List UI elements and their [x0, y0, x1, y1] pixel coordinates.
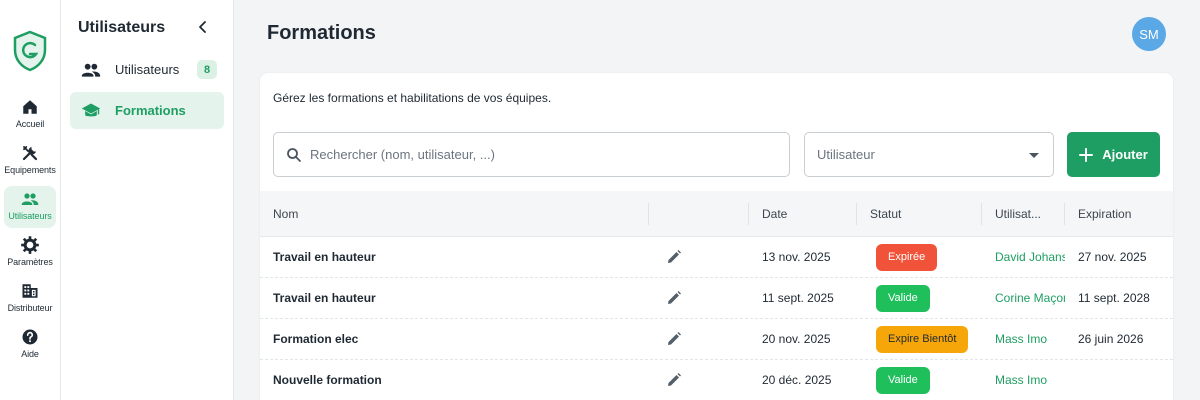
column-divider: [1064, 203, 1065, 225]
search-icon: [287, 147, 301, 162]
chevron-left-icon[interactable]: [195, 19, 211, 35]
plus-icon: [1079, 147, 1094, 162]
table-row[interactable]: Travail en hauteur 13 nov. 2025 Expirée …: [260, 237, 1173, 278]
table-row[interactable]: Nouvelle formation 20 déc. 2025 Valide M…: [260, 360, 1173, 400]
rail-item-distributeur[interactable]: Distributeur: [4, 278, 56, 320]
cell-name: Formation elec: [273, 332, 359, 346]
sidebar-item-formations[interactable]: Formations: [70, 92, 224, 129]
cell-expiration: 27 nov. 2025: [1078, 250, 1147, 264]
page-title: Formations: [267, 22, 376, 44]
rail-item-label: Distributeur: [7, 303, 53, 313]
cell-date: 20 déc. 2025: [762, 373, 832, 387]
cell-name: Nouvelle formation: [273, 373, 382, 387]
rail-item-parametres[interactable]: Paramètres: [4, 232, 56, 274]
column-divider: [748, 203, 749, 225]
add-button-label: Ajouter: [1102, 147, 1148, 162]
edit-cell: [666, 319, 682, 359]
cell-user[interactable]: Corine Maçon: [995, 278, 1065, 318]
icon-rail: Accueil Equipements Utilisateurs Paramèt…: [0, 0, 61, 400]
cell-user[interactable]: Mass Imo: [995, 360, 1065, 400]
rail-item-label: Accueil: [15, 119, 45, 129]
rail-item-label: Aide: [21, 349, 39, 359]
rail-item-utilisateurs[interactable]: Utilisateurs: [4, 186, 56, 228]
status-cell: Valide: [876, 278, 930, 318]
graduation-cap-icon: [81, 103, 101, 116]
column-divider: [856, 203, 857, 225]
building-icon: [22, 284, 38, 298]
home-icon: [23, 100, 37, 114]
help-icon: [22, 329, 38, 345]
rail-item-label: Paramètres: [7, 257, 53, 267]
caret-down-icon: [1029, 153, 1039, 158]
status-badge: Valide: [876, 366, 930, 394]
rail-item-label: Utilisateurs: [8, 211, 52, 221]
user-filter-select[interactable]: Utilisateur: [804, 132, 1054, 177]
column-header-expiration[interactable]: Expiration: [1078, 191, 1131, 237]
rail-item-aide[interactable]: Aide: [4, 324, 56, 366]
cell-date: 11 sept. 2025: [762, 291, 834, 305]
pencil-icon[interactable]: [666, 249, 682, 265]
status-badge: Valide: [876, 284, 930, 312]
page-subtitle: Gérez les formations et habilitations de…: [273, 91, 552, 105]
column-header-user[interactable]: Utilisat...: [995, 191, 1041, 237]
add-button[interactable]: Ajouter: [1067, 132, 1160, 177]
status-cell: Valide: [876, 360, 930, 400]
status-badge: Expire Bientôt: [876, 325, 969, 353]
cell-expiration: 26 juin 2026: [1078, 332, 1144, 346]
shield-logo-icon[interactable]: [12, 30, 48, 72]
edit-cell: [666, 278, 682, 318]
cell-date: 13 nov. 2025: [762, 250, 831, 264]
user-filter-value: Utilisateur: [817, 147, 875, 162]
cell-expiration: 11 sept. 2028: [1078, 291, 1150, 305]
column-header-name[interactable]: Nom: [273, 191, 298, 237]
edit-cell: [666, 237, 682, 277]
users-icon: [81, 63, 101, 77]
formations-card: Gérez les formations et habilitations de…: [260, 73, 1173, 400]
tools-icon: [22, 146, 38, 161]
rail-item-accueil[interactable]: Accueil: [4, 94, 56, 136]
sidebar: Utilisateurs Utilisateurs 8 Formations: [61, 0, 234, 400]
table-header: Nom Date Statut Utilisat... Expiration: [260, 191, 1173, 237]
cell-name: Travail en hauteur: [273, 250, 376, 264]
rail-item-equipements[interactable]: Equipements: [4, 140, 56, 182]
status-badge: Expirée: [876, 243, 938, 271]
avatar[interactable]: SM: [1132, 17, 1166, 51]
column-divider: [981, 203, 982, 225]
search-input[interactable]: [310, 147, 780, 162]
cell-name: Travail en hauteur: [273, 291, 376, 305]
cell-user[interactable]: Mass Imo: [995, 319, 1065, 359]
status-cell: Expirée: [876, 237, 938, 277]
status-cell: Expire Bientôt: [876, 319, 969, 359]
pencil-icon[interactable]: [666, 331, 682, 347]
edit-cell: [666, 360, 682, 400]
table-row[interactable]: Formation elec 20 nov. 2025 Expire Bient…: [260, 319, 1173, 360]
column-divider: [648, 203, 649, 225]
sidebar-title: Utilisateurs: [78, 19, 166, 36]
search-box[interactable]: [273, 132, 790, 177]
sidebar-item-label: Utilisateurs: [115, 62, 180, 77]
column-header-status[interactable]: Statut: [870, 191, 901, 237]
pencil-icon[interactable]: [666, 372, 682, 388]
pencil-icon[interactable]: [666, 290, 682, 306]
sidebar-item-label: Formations: [115, 103, 186, 118]
cell-date: 20 nov. 2025: [762, 332, 831, 346]
cell-user[interactable]: David Johans: [995, 237, 1065, 277]
users-icon: [21, 193, 39, 205]
count-badge: 8: [197, 60, 217, 79]
column-header-date[interactable]: Date: [762, 191, 787, 237]
gear-icon: [21, 236, 39, 254]
sidebar-item-utilisateurs[interactable]: Utilisateurs 8: [70, 51, 224, 88]
table-row[interactable]: Travail en hauteur 11 sept. 2025 Valide …: [260, 278, 1173, 319]
rail-item-label: Equipements: [4, 165, 56, 175]
